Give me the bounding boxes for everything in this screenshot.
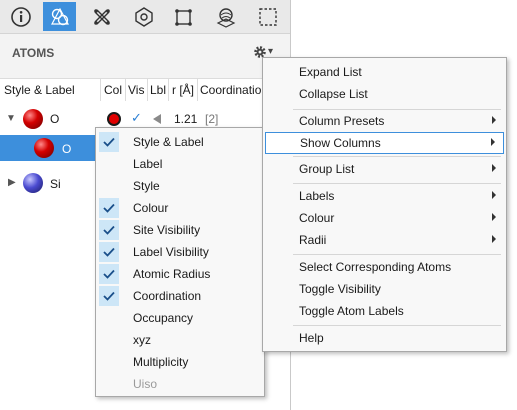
menu-labels[interactable]: Labels <box>263 185 506 207</box>
bonds-button[interactable] <box>85 2 118 31</box>
section-title: ATOMS <box>12 46 55 60</box>
unit-cell-button[interactable] <box>167 2 200 31</box>
menu-item-atomic-radius[interactable]: Atomic Radius <box>96 263 264 285</box>
unit-cell-icon <box>174 8 192 26</box>
colour-swatch[interactable] <box>107 112 121 126</box>
menu-select-corresponding-atoms[interactable]: Select Corresponding Atoms <box>263 256 506 278</box>
menu-separator <box>293 325 501 326</box>
label-tag-icon[interactable] <box>153 114 161 124</box>
atom-label: Si <box>50 177 61 191</box>
check-icon <box>99 264 119 284</box>
bonds-icon <box>93 8 110 25</box>
submenu-arrow-icon <box>491 138 495 146</box>
column-header-row: Style & Label Col Vis Lbl r [Å] Coordina… <box>0 78 290 102</box>
submenu-arrow-icon <box>492 235 496 243</box>
menu-separator <box>293 183 501 184</box>
menu-separator <box>293 254 501 255</box>
info-button[interactable] <box>4 2 37 31</box>
col-colour[interactable]: Col <box>104 83 122 97</box>
menu-item-multiplicity[interactable]: Multiplicity <box>96 351 264 373</box>
menu-radii[interactable]: Radii <box>263 229 506 251</box>
menu-item-xyz[interactable]: xyz <box>96 329 264 351</box>
menu-colour[interactable]: Colour <box>263 207 506 229</box>
menu-separator <box>293 156 501 157</box>
menu-group-list[interactable]: Group List <box>263 158 506 180</box>
toolbar <box>0 0 290 34</box>
radius-value: 1.21 <box>174 112 198 126</box>
menu-item-label-visibility[interactable]: Label Visibility <box>96 241 264 263</box>
menu-column-presets[interactable]: Column Presets <box>263 110 506 132</box>
submenu-arrow-icon <box>492 191 496 199</box>
col-label[interactable]: Lbl <box>150 83 166 97</box>
check-icon <box>99 132 119 152</box>
menu-item-uiso: Uiso <box>133 377 158 391</box>
col-radius[interactable]: r [Å] <box>172 83 194 97</box>
surface-icon <box>216 7 235 28</box>
submenu-arrow-icon <box>492 164 496 172</box>
atom-style-icon <box>23 173 43 193</box>
polyhedra-button[interactable] <box>127 2 160 31</box>
atom-label: O <box>62 142 72 156</box>
menu-item-style[interactable]: Style <box>96 175 264 197</box>
menu-item-occupancy[interactable]: Occupancy <box>96 307 264 329</box>
submenu-arrow-icon <box>492 116 496 124</box>
show-columns-submenu: Style & Label Label Style Colour Site Vi… <box>95 127 265 397</box>
menu-collapse-list[interactable]: Collapse List <box>263 83 506 105</box>
boundary-button[interactable] <box>251 2 284 31</box>
col-coordination[interactable]: Coordination <box>200 83 268 97</box>
menu-show-columns[interactable]: Show Columns <box>265 132 504 154</box>
menu-item-coordination[interactable]: Coordination <box>96 285 264 307</box>
check-icon <box>99 220 119 240</box>
coordination-value: [2] <box>205 112 219 126</box>
menu-item-label[interactable]: Label <box>96 153 264 175</box>
check-icon <box>99 242 119 262</box>
menu-toggle-visibility[interactable]: Toggle Visibility <box>263 278 506 300</box>
chevron-down-icon: ▾ <box>268 46 274 57</box>
atom-style-icon <box>34 138 54 158</box>
menu-item-style-label[interactable]: Style & Label <box>96 131 264 153</box>
context-menu: Expand List Collapse List Column Presets… <box>262 57 507 352</box>
polyhedra-icon <box>134 6 153 27</box>
atom-label: O <box>50 112 60 126</box>
expand-arrow-icon[interactable]: ▶ <box>8 177 16 188</box>
col-style-label[interactable]: Style & Label <box>4 83 75 97</box>
menu-item-colour[interactable]: Colour <box>96 197 264 219</box>
atoms-structure-icon <box>50 7 69 25</box>
info-icon <box>10 6 31 27</box>
menu-expand-list[interactable]: Expand List <box>263 61 506 83</box>
surface-button[interactable] <box>209 2 242 31</box>
menu-toggle-atom-labels[interactable]: Toggle Atom Labels <box>263 300 506 322</box>
check-icon <box>99 286 119 306</box>
menu-item-site-visibility[interactable]: Site Visibility <box>96 219 264 241</box>
visibility-check-icon[interactable]: ✓ <box>131 111 143 124</box>
menu-help[interactable]: Help <box>263 327 506 349</box>
check-icon <box>99 198 119 218</box>
boundary-icon <box>258 7 277 26</box>
atoms-button[interactable] <box>43 2 76 31</box>
submenu-arrow-icon <box>492 213 496 221</box>
col-visibility[interactable]: Vis <box>128 83 144 97</box>
atom-style-icon <box>23 109 43 129</box>
expand-arrow-icon[interactable]: ▼ <box>6 113 16 124</box>
